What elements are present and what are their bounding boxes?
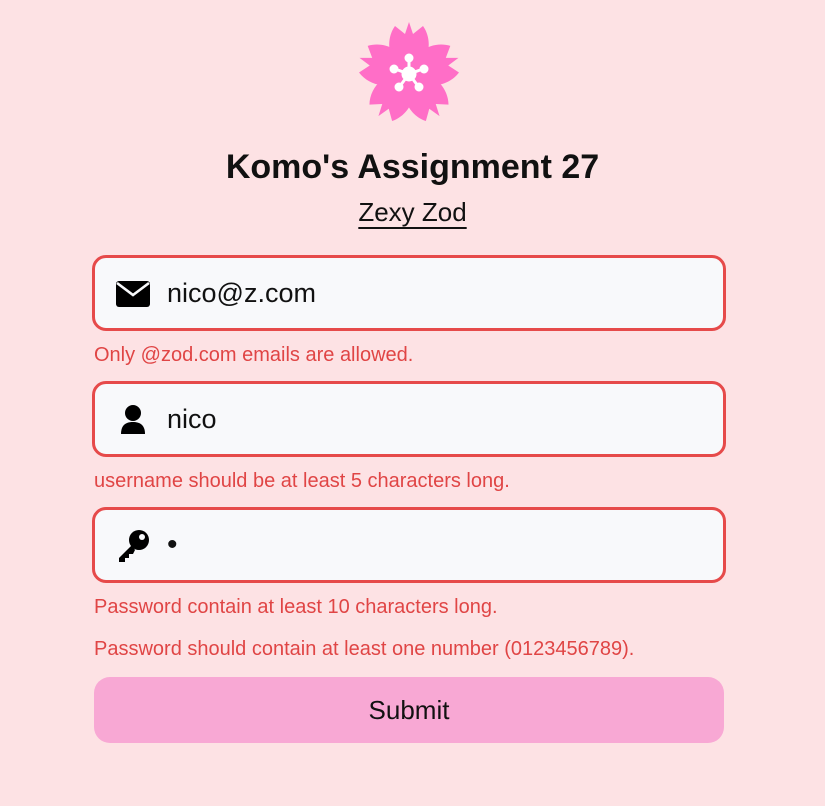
submit-button[interactable]: Submit (94, 677, 724, 743)
password-error-length: Password contain at least 10 characters … (94, 596, 498, 618)
email-field[interactable] (92, 255, 726, 331)
email-input[interactable] (167, 270, 707, 316)
email-error: Only @zod.com emails are allowed. (94, 344, 414, 366)
cherry-blossom-icon (359, 22, 459, 122)
login-page: Komo's Assignment 27 Zexy Zod Only @zod.… (0, 0, 825, 806)
user-icon (115, 404, 151, 436)
password-field[interactable] (92, 507, 726, 583)
username-error: username should be at least 5 characters… (94, 470, 510, 492)
subtitle-link[interactable]: Zexy Zod (358, 197, 466, 227)
envelope-icon (115, 278, 151, 310)
page-title: Komo's Assignment 27 (225, 148, 600, 186)
password-error-number: Password should contain at least one num… (94, 638, 635, 660)
password-input[interactable] (167, 522, 707, 568)
username-input[interactable] (167, 396, 707, 442)
key-icon (115, 530, 151, 562)
subtitle-container: Zexy Zod (0, 194, 825, 230)
username-field[interactable] (92, 381, 726, 457)
